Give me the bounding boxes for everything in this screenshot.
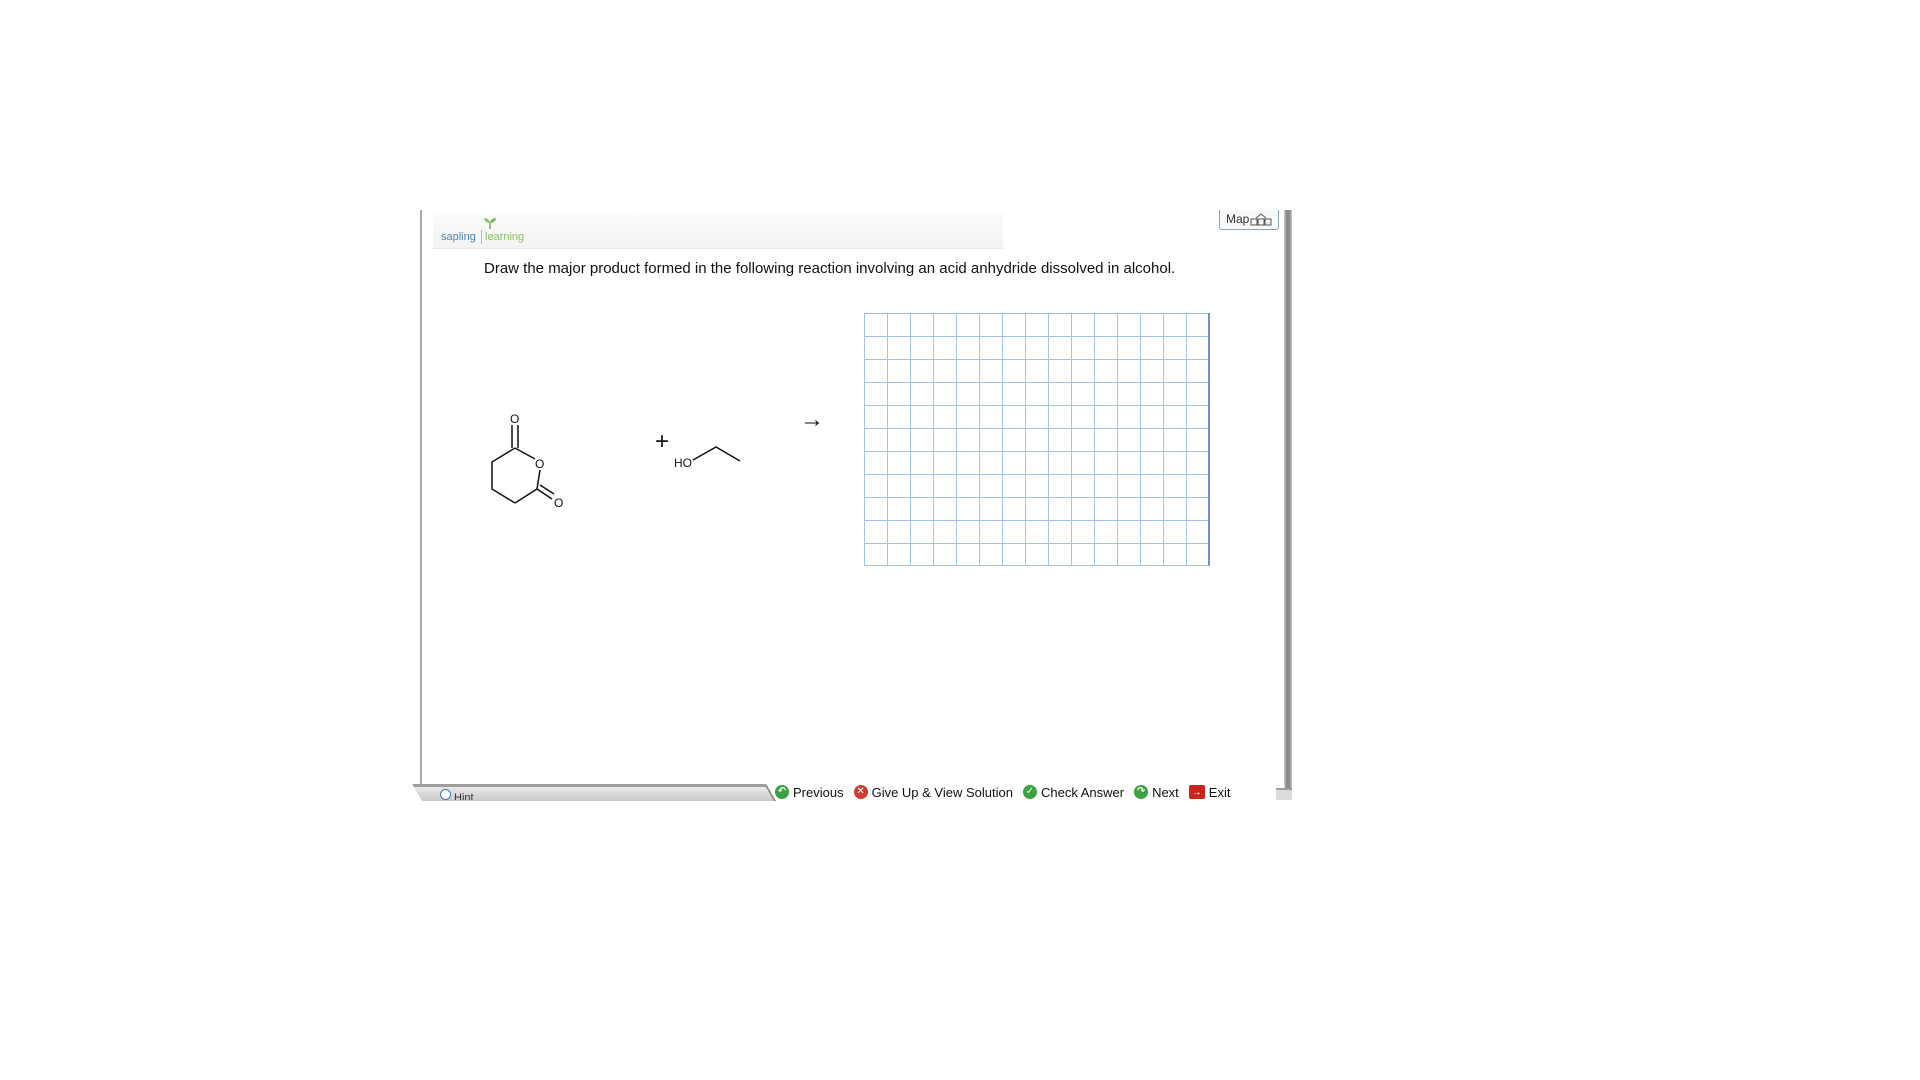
sapling-learning-logo: sapling learning <box>441 217 541 245</box>
bottom-toolbar: Hint ↶ Previous ✕ Give Up & View Solutio… <box>412 784 1292 801</box>
sapling-learning-window: sapling learning Map Draw the major prod… <box>412 210 1292 801</box>
drawing-canvas[interactable] <box>864 313 1210 566</box>
exit-door-icon: → <box>1188 785 1205 799</box>
forward-arrow-icon: ↷ <box>1134 785 1149 799</box>
map-icon <box>1250 213 1272 226</box>
question-prompt: Draw the major product formed in the fol… <box>484 260 1176 277</box>
carbonyl-oxygen-bottom: O <box>554 496 563 510</box>
logo-divider <box>481 230 482 244</box>
glutaric-anhydride-structure: O O O <box>491 412 563 510</box>
reaction-scheme: O O O + HO <box>480 375 780 535</box>
next-button[interactable]: ↷ Next <box>1134 785 1179 800</box>
sprout-icon <box>484 218 496 229</box>
logo-text-learning: learning <box>485 231 525 243</box>
navigation-bar: ↶ Previous ✕ Give Up & View Solution ✓ C… <box>775 784 1230 800</box>
ring-oxygen: O <box>535 457 544 471</box>
plus-sign: + <box>655 428 670 455</box>
previous-button[interactable]: ↶ Previous <box>775 785 844 800</box>
previous-label: Previous <box>793 784 844 800</box>
hint-label[interactable]: Hint <box>454 792 474 800</box>
exit-button[interactable]: → Exit <box>1188 784 1231 800</box>
x-circle-icon: ✕ <box>853 785 868 799</box>
carbonyl-oxygen-top: O <box>510 412 519 426</box>
hydroxyl-label: HO <box>674 456 692 470</box>
logo-text-sapling: sapling <box>441 231 476 243</box>
window-left-border <box>420 210 422 796</box>
header-bar: sapling learning <box>433 213 1003 249</box>
map-button[interactable]: Map <box>1219 210 1279 230</box>
check-circle-icon: ✓ <box>1022 785 1037 799</box>
scrollbar-corner <box>1276 788 1292 800</box>
give-up-label: Give Up & View Solution <box>871 784 1013 800</box>
map-button-label: Map <box>1226 212 1250 226</box>
check-answer-button[interactable]: ✓ Check Answer <box>1022 784 1125 800</box>
ethanol-structure: HO <box>674 446 741 470</box>
exit-label: Exit <box>1208 784 1231 800</box>
hint-icon <box>440 789 451 800</box>
window-scrollbar[interactable] <box>1284 210 1292 796</box>
next-label: Next <box>1152 784 1179 800</box>
back-arrow-icon: ↶ <box>775 785 789 799</box>
give-up-button[interactable]: ✕ Give Up & View Solution <box>853 784 1013 800</box>
reaction-arrow: → <box>800 406 824 433</box>
check-answer-label: Check Answer <box>1040 784 1125 800</box>
